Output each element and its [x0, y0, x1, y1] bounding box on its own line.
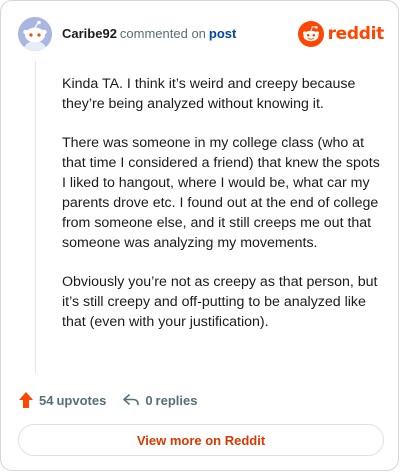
reddit-wordmark: reddit [327, 24, 385, 44]
comment-paragraph: There was someone in my college class (w… [62, 135, 380, 251]
comment-paragraph: Obviously you’re not as creepy as that p… [62, 274, 378, 330]
reddit-logo[interactable]: reddit [297, 20, 385, 48]
avatar[interactable] [18, 17, 52, 51]
upvotes-label: upvotes [56, 392, 107, 408]
upvote-arrow-icon [19, 392, 33, 408]
embedded-comment-card: Caribe92 commented on post reddit Kinda TA… [0, 0, 399, 471]
post-link[interactable]: post [209, 26, 236, 41]
snoo-avatar-icon [18, 17, 52, 51]
replies-stat[interactable]: 0 replies [122, 392, 197, 408]
view-more-button[interactable]: View more on Reddit [18, 424, 384, 456]
replies-label: replies [155, 392, 198, 408]
username-link[interactable]: Caribe92 [62, 26, 117, 41]
upvotes-stat[interactable]: 54 upvotes [18, 391, 106, 409]
reddit-snoo-icon [297, 21, 324, 47]
replies-count: 0 [145, 392, 153, 408]
comment-paragraph: Kinda TA. I think it’s weird and creepy … [62, 76, 356, 112]
comment-header: Caribe92 commented on post reddit [18, 17, 384, 53]
comment-action-text: commented on [119, 26, 206, 41]
comment-meta: Caribe92 commented on post [62, 26, 236, 42]
upvotes-count: 54 [39, 392, 54, 408]
thread-line [35, 61, 36, 373]
comment-footer: 54 upvotes 0 replies [18, 389, 378, 411]
reply-arrow-icon [123, 394, 140, 406]
comment-body: Kinda TA. I think it’s weird and creepy … [62, 74, 382, 351]
